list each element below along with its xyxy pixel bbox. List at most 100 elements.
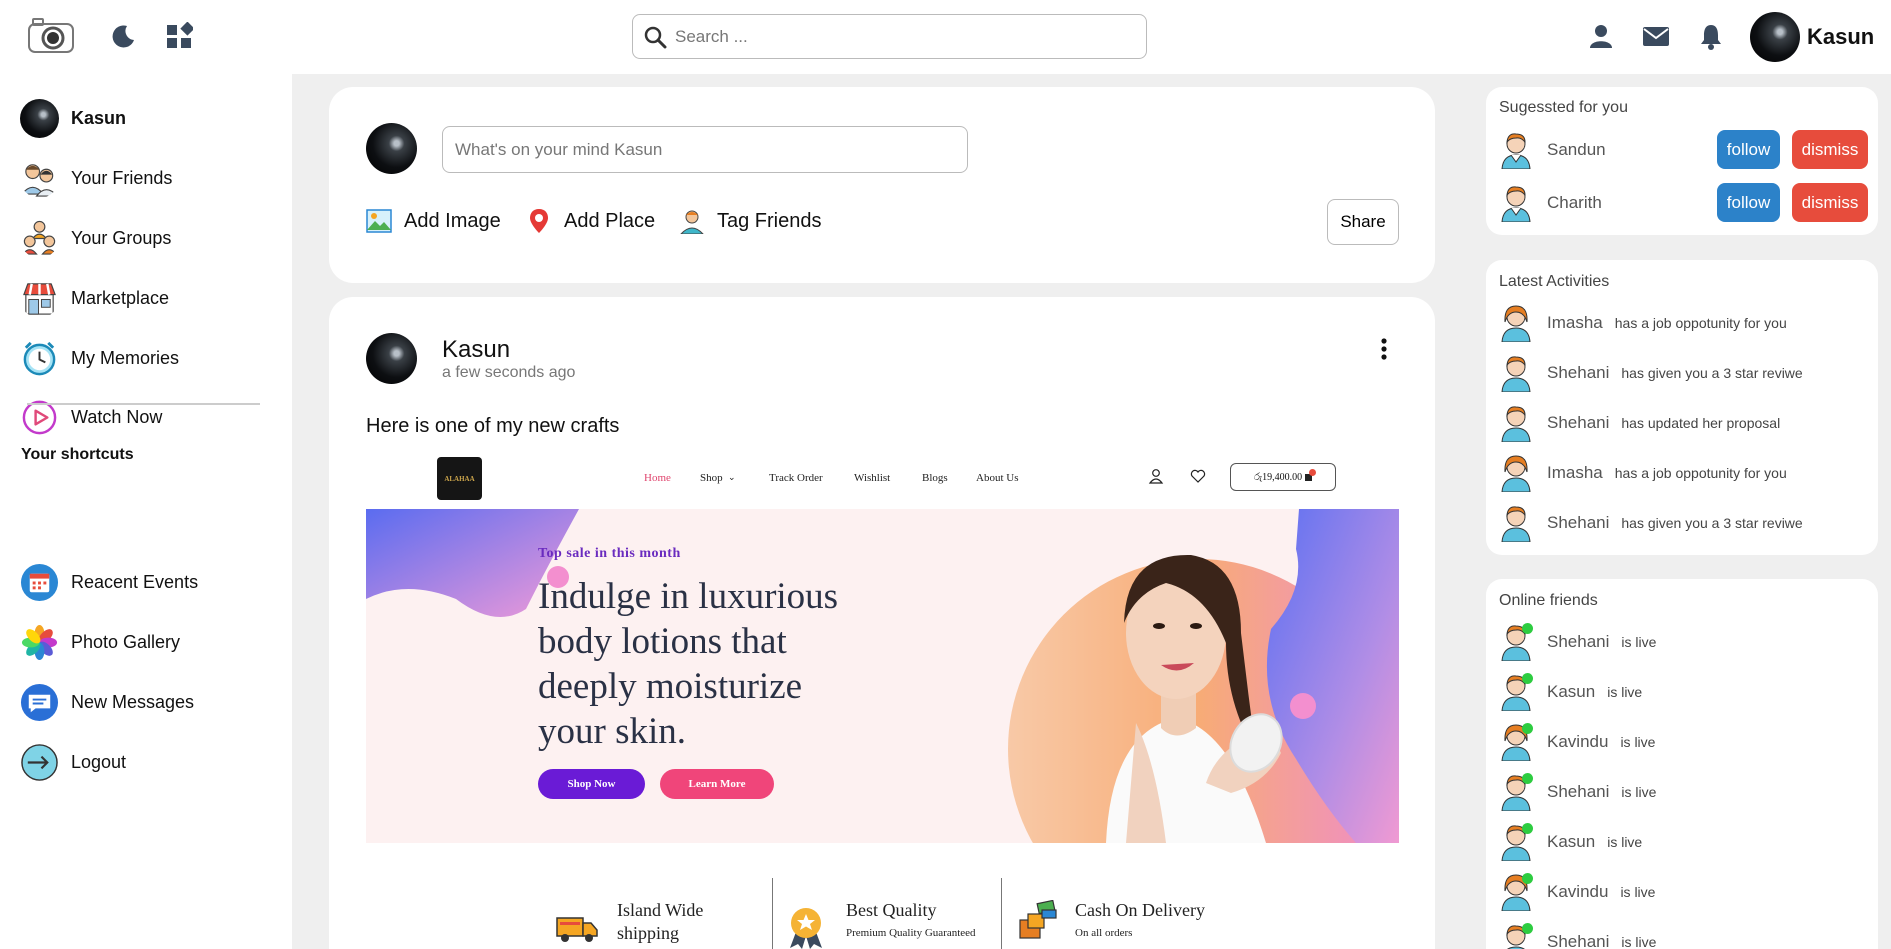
activity-text: has a job oppotunity for you <box>1614 315 1787 331</box>
shop-account-icon <box>1148 469 1164 484</box>
sidebar-item-friends[interactable]: Your Friends <box>20 158 172 198</box>
hero-headline-line: Indulge in luxurious <box>538 576 839 617</box>
online-friend[interactable]: Kavindu is live <box>1499 872 1655 912</box>
online-status-text: is live <box>1607 834 1643 850</box>
online-friend[interactable]: Kasun is live <box>1499 672 1642 712</box>
shortcut-logout[interactable]: Logout <box>20 742 126 782</box>
hero-text-block: Top sale in this month Indulge in luxuri… <box>538 546 838 754</box>
activity-item[interactable]: Imasha has a job oppotunity for you <box>1499 453 1787 493</box>
share-button[interactable]: Share <box>1327 199 1399 245</box>
online-friend-name: Shehani <box>1547 932 1610 949</box>
suggested-person[interactable]: Sandun <box>1499 130 1618 170</box>
apps-grid-icon[interactable] <box>165 22 193 50</box>
groups-icon <box>21 220 58 255</box>
activity-item[interactable]: Imasha has a job oppotunity for you <box>1499 303 1787 343</box>
shop-logo: ALAHAA <box>437 457 482 500</box>
sidebar-profile[interactable]: Kasun <box>20 98 126 138</box>
post-author-name[interactable]: Kasun <box>442 336 510 364</box>
calendar-icon <box>20 563 59 601</box>
avatar <box>1501 406 1531 442</box>
sidebar-profile-name: Kasun <box>71 107 127 128</box>
shortcut-events[interactable]: Reacent Events <box>20 562 198 602</box>
avatar <box>1499 623 1533 662</box>
sidebar-item-label: Marketplace <box>71 287 170 308</box>
shop-heart-icon <box>1190 469 1206 483</box>
tag-friends-button[interactable]: Tag Friends <box>679 208 822 234</box>
mail-icon[interactable] <box>1642 22 1670 50</box>
suggested-name[interactable]: Sandun <box>1547 140 1606 160</box>
clock-icon <box>23 341 56 375</box>
search-input[interactable] <box>675 26 1115 47</box>
activity-item[interactable]: Shehani has given you a 3 star reviwe <box>1499 503 1803 543</box>
online-friend[interactable]: Shehani is live <box>1499 772 1656 812</box>
online-friend[interactable]: Shehani is live <box>1499 922 1656 949</box>
avatar <box>1501 305 1531 342</box>
add-image-button[interactable]: Add Image <box>366 208 501 234</box>
search-box[interactable] <box>632 14 1147 59</box>
friends-icon <box>20 163 59 197</box>
activity-item[interactable]: Shehani has updated her proposal <box>1499 403 1780 443</box>
shop-nav-blogs: Blogs <box>922 472 948 484</box>
more-options-icon[interactable] <box>1374 337 1394 361</box>
online-status-dot <box>1522 773 1533 784</box>
avatar <box>1501 133 1531 169</box>
location-pin-icon <box>530 209 548 233</box>
dismiss-button[interactable]: dismiss <box>1792 183 1868 222</box>
hero-headline-line: deeply moisturize <box>538 666 803 707</box>
model-photo <box>1106 554 1283 843</box>
online-status-dot <box>1522 873 1533 884</box>
online-friend-name: Shehani <box>1547 782 1610 801</box>
online-status-text: is live <box>1607 684 1643 700</box>
online-status-text: is live <box>1621 934 1657 949</box>
shop-nav-wishlist: Wishlist <box>854 472 891 484</box>
hero-headline-line: body lotions that <box>538 621 787 662</box>
hero-tagline: Top sale in this month <box>538 546 681 561</box>
avatar <box>1501 186 1531 222</box>
shortcut-gallery[interactable]: Photo Gallery <box>20 622 180 662</box>
online-friend[interactable]: Shehani is live <box>1499 622 1656 662</box>
header-username[interactable]: Kasun <box>1807 24 1874 50</box>
cart-icon <box>1305 468 1317 481</box>
online-friend[interactable]: Kasun is live <box>1499 822 1642 862</box>
post-image[interactable]: ALAHAA Home Shop ⌄ Track Order Wishlist … <box>366 448 1399 949</box>
shop-hero-banner: Top sale in this month Indulge in luxuri… <box>366 509 1399 843</box>
dismiss-button[interactable]: dismiss <box>1792 130 1868 169</box>
sidebar-item-marketplace[interactable]: Marketplace <box>20 278 169 318</box>
suggested-name[interactable]: Charith <box>1547 193 1602 213</box>
sidebar-item-label: Watch Now <box>71 406 163 427</box>
feature-quality: Best Quality Premium Quality Guaranteed <box>846 900 976 939</box>
notification-bell-icon[interactable] <box>1697 22 1725 50</box>
camera-logo-icon[interactable] <box>27 16 77 54</box>
post-composer-input[interactable] <box>442 126 968 173</box>
online-friend-name: Shehani <box>1547 632 1610 651</box>
feature-sub: shipping <box>617 923 680 943</box>
feature-divider <box>1001 878 1002 949</box>
photos-icon <box>21 624 58 660</box>
shortcut-messages[interactable]: New Messages <box>20 682 194 722</box>
activity-name: Imasha <box>1547 313 1603 332</box>
online-friends-title: Online friends <box>1499 592 1598 609</box>
sidebar-item-groups[interactable]: Your Groups <box>20 218 171 258</box>
add-place-button[interactable]: Add Place <box>526 208 655 234</box>
sidebar-item-memories[interactable]: My Memories <box>20 338 179 378</box>
shortcut-label: Reacent Events <box>71 571 199 592</box>
profile-icon[interactable] <box>1587 22 1615 50</box>
feature-cod: Cash On Delivery On all orders <box>1075 900 1205 939</box>
follow-button[interactable]: follow <box>1717 183 1780 222</box>
follow-button[interactable]: follow <box>1717 130 1780 169</box>
dark-mode-moon-icon[interactable] <box>109 22 137 50</box>
sidebar-divider <box>27 403 260 405</box>
suggested-title: Sugessted for you <box>1499 99 1628 116</box>
online-status-text: is live <box>1621 784 1657 800</box>
suggested-person[interactable]: Charith <box>1499 183 1614 223</box>
activity-item[interactable]: Shehani has given you a 3 star reviwe <box>1499 353 1803 393</box>
image-icon <box>366 209 392 233</box>
message-icon <box>20 683 59 721</box>
avatar <box>1499 723 1533 762</box>
shop-logo-text: ALAHAA <box>444 474 475 483</box>
shortcut-label: New Messages <box>71 691 195 712</box>
online-friend[interactable]: Kavindu is live <box>1499 722 1655 762</box>
post-author-avatar[interactable] <box>366 333 417 384</box>
activity-text: has updated her proposal <box>1621 415 1781 431</box>
user-avatar[interactable] <box>1750 12 1800 62</box>
